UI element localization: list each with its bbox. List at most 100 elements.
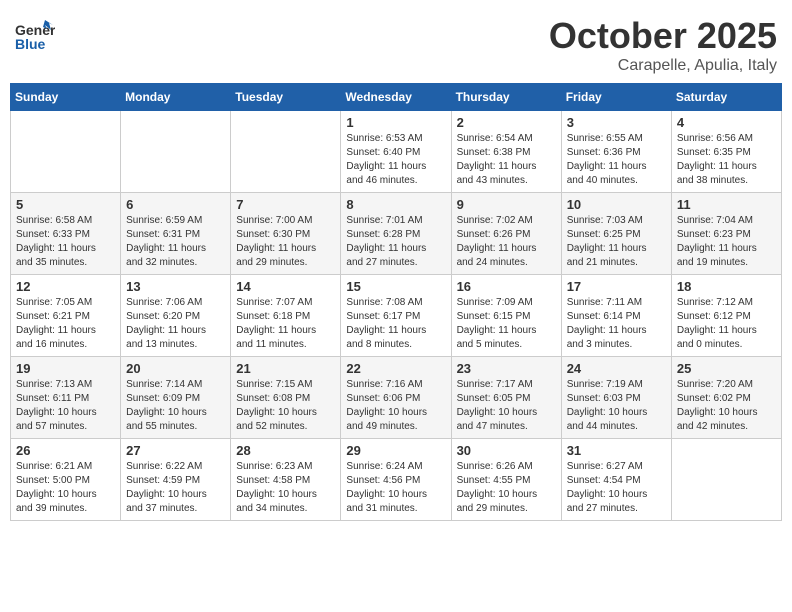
day-cell: 13Sunrise: 7:06 AM Sunset: 6:20 PM Dayli… (121, 275, 231, 357)
weekday-monday: Monday (121, 84, 231, 111)
day-number: 22 (346, 361, 445, 376)
day-number: 24 (567, 361, 666, 376)
day-cell: 30Sunrise: 6:26 AM Sunset: 4:55 PM Dayli… (451, 439, 561, 521)
day-cell: 22 Sunrise: 7:16 AM Sunset: 6:06 PM Dayli… (341, 357, 451, 439)
day-number: 25 (677, 361, 776, 376)
day-number: 23 (457, 361, 556, 376)
day-info: Sunrise: 7:14 AM Sunset: 6:09 PM Dayligh… (126, 378, 225, 434)
day-number: 5 (16, 197, 115, 212)
day-info: Sunrise: 7:06 AM Sunset: 6:20 PM Dayligh… (126, 296, 225, 352)
day-cell: 7 Sunrise: 7:00 AM Sunset: 6:30 PM Daylig… (231, 193, 341, 275)
day-cell: 5 Sunrise: 6:58 AM Sunset: 6:33 PM Daylig… (11, 193, 121, 275)
weekday-sunday: Sunday (11, 84, 121, 111)
title-block: October 2025 Carapelle, Apulia, Italy (549, 15, 777, 75)
day-cell: 23Sunrise: 7:17 AM Sunset: 6:05 PM Dayli… (451, 357, 561, 439)
day-info: Sunrise: 7:08 AM Sunset: 6:17 PM Dayligh… (346, 296, 445, 352)
day-info: Sunrise: 7:19 AM Sunset: 6:03 PM Dayligh… (567, 378, 666, 434)
day-number: 16 (457, 279, 556, 294)
day-cell: 2 Sunrise: 6:54 AM Sunset: 6:38 PM Daylig… (451, 111, 561, 193)
day-info: Sunrise: 6:22 AM Sunset: 4:59 PM Dayligh… (126, 460, 225, 516)
location-title: Carapelle, Apulia, Italy (549, 57, 777, 75)
day-number: 18 (677, 279, 776, 294)
day-cell: 15Sunrise: 7:08 AM Sunset: 6:17 PM Dayli… (341, 275, 451, 357)
day-cell: 8 Sunrise: 7:01 AM Sunset: 6:28 PM Daylig… (341, 193, 451, 275)
day-cell: 25 Sunrise: 7:20 AM Sunset: 6:02 PM Dayli… (671, 357, 781, 439)
day-info: Sunrise: 6:53 AM Sunset: 6:40 PM Dayligh… (346, 132, 445, 188)
day-info: Sunrise: 7:07 AM Sunset: 6:18 PM Dayligh… (236, 296, 335, 352)
day-cell: 6 Sunrise: 6:59 AM Sunset: 6:31 PM Daylig… (121, 193, 231, 275)
day-number: 12 (16, 279, 115, 294)
day-info: Sunrise: 6:58 AM Sunset: 6:33 PM Dayligh… (16, 214, 115, 270)
week-row-5: 26Sunrise: 6:21 AM Sunset: 5:00 PM Dayli… (11, 439, 782, 521)
day-cell: 11Sunrise: 7:04 AM Sunset: 6:23 PM Dayli… (671, 193, 781, 275)
day-info: Sunrise: 6:54 AM Sunset: 6:38 PM Dayligh… (457, 132, 556, 188)
day-cell: 14 Sunrise: 7:07 AM Sunset: 6:18 PM Dayli… (231, 275, 341, 357)
day-info: Sunrise: 7:09 AM Sunset: 6:15 PM Dayligh… (457, 296, 556, 352)
day-cell (671, 439, 781, 521)
day-info: Sunrise: 6:59 AM Sunset: 6:31 PM Dayligh… (126, 214, 225, 270)
weekday-wednesday: Wednesday (341, 84, 451, 111)
day-cell: 29 Sunrise: 6:24 AM Sunset: 4:56 PM Dayli… (341, 439, 451, 521)
day-number: 4 (677, 115, 776, 130)
day-info: Sunrise: 7:00 AM Sunset: 6:30 PM Dayligh… (236, 214, 335, 270)
day-info: Sunrise: 6:56 AM Sunset: 6:35 PM Dayligh… (677, 132, 776, 188)
day-info: Sunrise: 7:15 AM Sunset: 6:08 PM Dayligh… (236, 378, 335, 434)
day-number: 19 (16, 361, 115, 376)
week-row-4: 19 Sunrise: 7:13 AM Sunset: 6:11 PM Dayli… (11, 357, 782, 439)
day-cell (121, 111, 231, 193)
day-number: 20 (126, 361, 225, 376)
day-number: 21 (236, 361, 335, 376)
day-number: 6 (126, 197, 225, 212)
day-cell: 20 Sunrise: 7:14 AM Sunset: 6:09 PM Dayli… (121, 357, 231, 439)
day-cell (11, 111, 121, 193)
day-info: Sunrise: 7:11 AM Sunset: 6:14 PM Dayligh… (567, 296, 666, 352)
day-number: 11 (677, 197, 776, 212)
day-number: 14 (236, 279, 335, 294)
day-info: Sunrise: 7:01 AM Sunset: 6:28 PM Dayligh… (346, 214, 445, 270)
day-cell: 4 Sunrise: 6:56 AM Sunset: 6:35 PM Daylig… (671, 111, 781, 193)
day-info: Sunrise: 6:55 AM Sunset: 6:36 PM Dayligh… (567, 132, 666, 188)
day-cell: 9Sunrise: 7:02 AM Sunset: 6:26 PM Daylig… (451, 193, 561, 275)
day-cell: 27Sunrise: 6:22 AM Sunset: 4:59 PM Dayli… (121, 439, 231, 521)
svg-text:Blue: Blue (15, 36, 46, 52)
day-number: 29 (346, 443, 445, 458)
day-cell: 16 Sunrise: 7:09 AM Sunset: 6:15 PM Dayli… (451, 275, 561, 357)
day-cell: 17 Sunrise: 7:11 AM Sunset: 6:14 PM Dayli… (561, 275, 671, 357)
day-info: Sunrise: 7:20 AM Sunset: 6:02 PM Dayligh… (677, 378, 776, 434)
calendar-body: 1 Sunrise: 6:53 AM Sunset: 6:40 PM Daylig… (11, 111, 782, 521)
day-info: Sunrise: 7:13 AM Sunset: 6:11 PM Dayligh… (16, 378, 115, 434)
day-cell: 18Sunrise: 7:12 AM Sunset: 6:12 PM Dayli… (671, 275, 781, 357)
day-number: 28 (236, 443, 335, 458)
weekday-friday: Friday (561, 84, 671, 111)
day-info: Sunrise: 6:27 AM Sunset: 4:54 PM Dayligh… (567, 460, 666, 516)
day-cell: 12 Sunrise: 7:05 AM Sunset: 6:21 PM Dayli… (11, 275, 121, 357)
day-number: 9 (457, 197, 556, 212)
day-info: Sunrise: 6:24 AM Sunset: 4:56 PM Dayligh… (346, 460, 445, 516)
day-number: 10 (567, 197, 666, 212)
weekday-header-row: SundayMondayTuesdayWednesdayThursdayFrid… (11, 84, 782, 111)
day-number: 1 (346, 115, 445, 130)
logo: General Blue (15, 15, 55, 60)
day-number: 2 (457, 115, 556, 130)
day-cell (231, 111, 341, 193)
day-number: 7 (236, 197, 335, 212)
day-number: 17 (567, 279, 666, 294)
day-cell: 10Sunrise: 7:03 AM Sunset: 6:25 PM Dayli… (561, 193, 671, 275)
day-info: Sunrise: 7:05 AM Sunset: 6:21 PM Dayligh… (16, 296, 115, 352)
logo-icon: General Blue (15, 15, 55, 55)
page-header: General Blue October 2025 Carapelle, Apu… (10, 10, 782, 75)
week-row-1: 1 Sunrise: 6:53 AM Sunset: 6:40 PM Daylig… (11, 111, 782, 193)
week-row-3: 12 Sunrise: 7:05 AM Sunset: 6:21 PM Dayli… (11, 275, 782, 357)
weekday-thursday: Thursday (451, 84, 561, 111)
week-row-2: 5 Sunrise: 6:58 AM Sunset: 6:33 PM Daylig… (11, 193, 782, 275)
day-number: 8 (346, 197, 445, 212)
day-info: Sunrise: 7:16 AM Sunset: 6:06 PM Dayligh… (346, 378, 445, 434)
day-info: Sunrise: 6:23 AM Sunset: 4:58 PM Dayligh… (236, 460, 335, 516)
day-cell: 3 Sunrise: 6:55 AM Sunset: 6:36 PM Daylig… (561, 111, 671, 193)
day-cell: 24 Sunrise: 7:19 AM Sunset: 6:03 PM Dayli… (561, 357, 671, 439)
month-title: October 2025 (549, 15, 777, 57)
day-number: 3 (567, 115, 666, 130)
day-cell: 26Sunrise: 6:21 AM Sunset: 5:00 PM Dayli… (11, 439, 121, 521)
day-number: 26 (16, 443, 115, 458)
day-cell: 19 Sunrise: 7:13 AM Sunset: 6:11 PM Dayli… (11, 357, 121, 439)
